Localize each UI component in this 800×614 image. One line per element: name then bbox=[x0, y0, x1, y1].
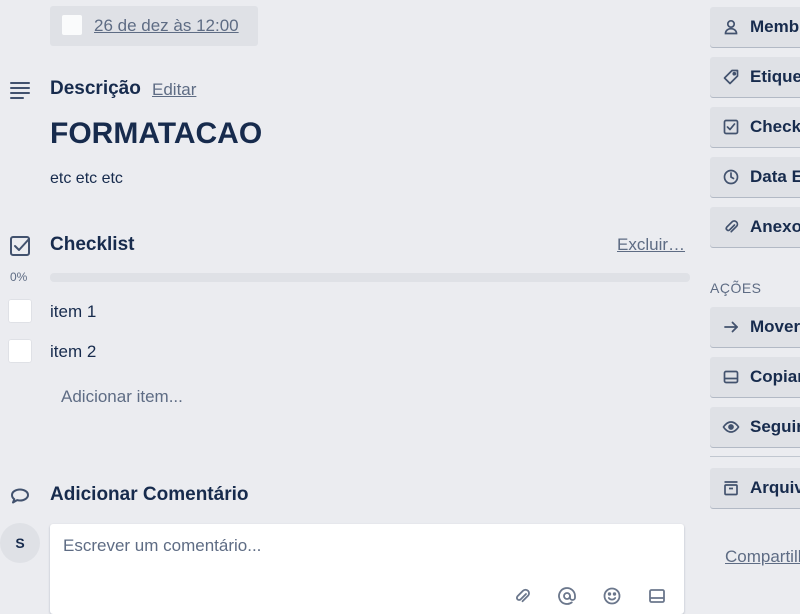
sidebar-button-label: Arquivar bbox=[750, 478, 800, 497]
comment-input[interactable] bbox=[63, 536, 663, 556]
actions-heading: AÇÕES bbox=[710, 280, 762, 296]
add-checklist-item[interactable]: Adicionar item... bbox=[61, 387, 183, 407]
sidebar-button-label: Membros bbox=[750, 17, 800, 36]
eye-icon bbox=[722, 418, 740, 436]
tag-icon bbox=[722, 68, 740, 86]
comment-composer bbox=[50, 524, 684, 614]
edit-description-link[interactable]: Editar bbox=[152, 80, 196, 100]
attach-icon[interactable] bbox=[512, 586, 532, 606]
checklist-progress-percent: 0% bbox=[10, 270, 28, 284]
clock-icon bbox=[722, 168, 740, 186]
comment-section-title: Adicionar Comentário bbox=[50, 484, 249, 505]
sidebar-button-move[interactable]: Mover bbox=[710, 307, 800, 347]
avatar[interactable]: S bbox=[0, 523, 40, 563]
due-date-complete-checkbox[interactable] bbox=[62, 15, 82, 35]
sidebar-divider bbox=[710, 456, 800, 457]
description-icon bbox=[8, 78, 32, 102]
sidebar-button-label: Data Entrega bbox=[750, 167, 800, 186]
sidebar-button-label: Copiar bbox=[750, 367, 800, 386]
delete-checklist-link[interactable]: Excluir… bbox=[617, 235, 685, 255]
sidebar-button-copy[interactable]: Copiar bbox=[710, 357, 800, 397]
checklist-progress-bar bbox=[50, 273, 690, 282]
sidebar-button-watch[interactable]: Seguir bbox=[710, 407, 800, 447]
sidebar-button-checklist[interactable]: Checklist bbox=[710, 107, 800, 147]
mention-icon[interactable] bbox=[557, 586, 577, 606]
checklist-item-label[interactable]: item 1 bbox=[50, 302, 96, 322]
checklist-item-checkbox[interactable] bbox=[8, 339, 32, 363]
description-title: Descrição bbox=[50, 78, 141, 99]
sidebar-button-label: Checklist bbox=[750, 117, 800, 136]
sidebar-button-labels[interactable]: Etiquetas bbox=[710, 57, 800, 97]
due-date-link[interactable]: 26 de dez às 12:00 bbox=[94, 16, 239, 36]
sidebar-button-attachment[interactable]: Anexo bbox=[710, 207, 800, 247]
sidebar-button-archive[interactable]: Arquivar bbox=[710, 468, 800, 508]
checklist-title: Checklist bbox=[50, 234, 135, 255]
checklist-item-checkbox[interactable] bbox=[8, 299, 32, 323]
sidebar-button-label: Etiquetas bbox=[750, 67, 800, 86]
checkbox-icon bbox=[722, 118, 740, 136]
sidebar-button-label: Seguir bbox=[750, 417, 800, 436]
sidebar-button-members[interactable]: Membros bbox=[710, 7, 800, 47]
description-heading: FORMATACAO bbox=[50, 117, 263, 150]
checklist-item-label[interactable]: item 2 bbox=[50, 342, 96, 362]
comment-icon bbox=[8, 484, 32, 508]
person-icon bbox=[722, 18, 740, 36]
paperclip-icon bbox=[722, 218, 740, 236]
sidebar-button-label: Mover bbox=[750, 317, 800, 336]
sidebar-button-due-date[interactable]: Data Entrega bbox=[710, 157, 800, 197]
arrow-right-icon bbox=[722, 318, 740, 336]
share-link[interactable]: Compartilhar bbox=[725, 547, 800, 567]
card-icon bbox=[722, 368, 740, 386]
archive-icon bbox=[722, 479, 740, 497]
card-link-icon[interactable] bbox=[647, 586, 667, 606]
emoji-icon[interactable] bbox=[602, 586, 622, 606]
checklist-icon bbox=[8, 234, 32, 258]
description-body: etc etc etc bbox=[50, 170, 123, 187]
sidebar-button-label: Anexo bbox=[750, 217, 800, 236]
